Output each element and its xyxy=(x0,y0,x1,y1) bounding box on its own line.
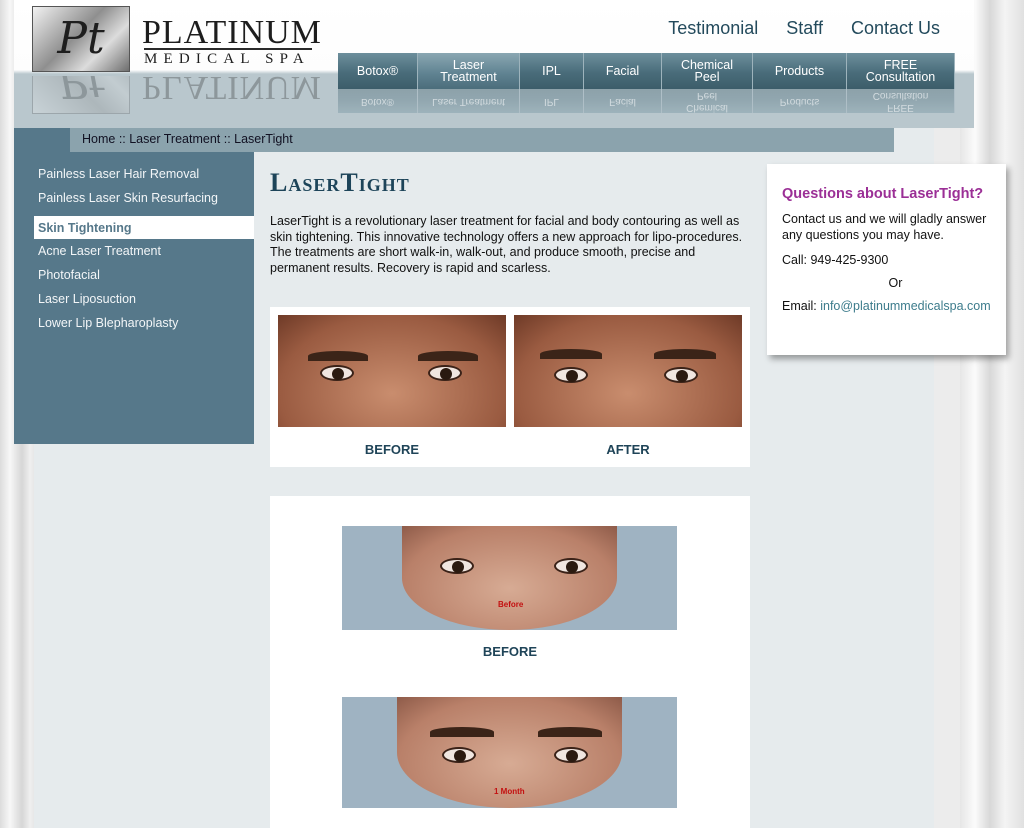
logo-monogram: Pt xyxy=(32,6,130,72)
after-photo-brow-left xyxy=(540,349,602,359)
logo-subtitle: MEDICAL SPA xyxy=(144,48,312,68)
main-nav: Botox® Laser Treatment IPL Facial Chemic… xyxy=(338,53,955,89)
sidebar-item-skin-tightening[interactable]: Skin Tightening xyxy=(34,216,254,239)
after-photo-eye-left xyxy=(554,367,588,383)
before-photo-2-face xyxy=(402,526,617,630)
sidebar-item-skin-resurfacing[interactable]: Painless Laser Skin Resurfacing xyxy=(14,186,254,210)
nav-botox[interactable]: Botox® xyxy=(338,53,418,89)
email-link[interactable]: info@platinummedicalspa.com xyxy=(820,299,990,313)
before-photo-2-label: Before xyxy=(498,600,524,609)
after-photo-brow-right xyxy=(654,349,716,359)
nav-laser-treatment[interactable]: Laser Treatment xyxy=(418,53,520,89)
questions-text: Contact us and we will gladly answer any… xyxy=(782,212,987,242)
sidebar: Painless Laser Hair Removal Painless Las… xyxy=(14,152,254,444)
one-month-photo-label: 1 Month xyxy=(494,787,525,796)
email-line: Email: info@platinummedicalspa.com xyxy=(782,299,991,313)
one-month-photo-eye-right xyxy=(554,747,588,763)
sidebar-item-liposuction[interactable]: Laser Liposuction xyxy=(14,287,254,311)
questions-panel: Questions about LaserTight? Contact us a… xyxy=(767,164,1006,355)
header: Pt PLATINUM MEDICAL SPA Pt PLATINUM MEDI… xyxy=(14,0,974,128)
one-month-photo: 1 Month xyxy=(342,697,677,808)
nav-reflect-products: Products xyxy=(753,89,847,113)
top-link-contact[interactable]: Contact Us xyxy=(851,18,940,39)
questions-title: Questions about LaserTight? xyxy=(782,186,984,202)
sidebar-item-acne[interactable]: Acne Laser Treatment xyxy=(14,239,254,263)
before-after-card: BEFORE AFTER xyxy=(270,307,750,467)
sidebar-item-photofacial[interactable]: Photofacial xyxy=(14,263,254,287)
nav-reflect-facial: Facial xyxy=(584,89,662,113)
one-month-photo-brow-right xyxy=(538,727,602,737)
breadcrumb[interactable]: Home :: Laser Treatment :: LaserTight xyxy=(82,132,293,146)
nav-ipl[interactable]: IPL xyxy=(520,53,584,89)
top-link-staff[interactable]: Staff xyxy=(786,18,823,39)
one-month-photo-eye-left xyxy=(442,747,476,763)
before-photo-eye-right xyxy=(428,365,462,381)
after-photo xyxy=(514,315,742,427)
nav-facial[interactable]: Facial xyxy=(584,53,662,89)
top-link-testimonial[interactable]: Testimonial xyxy=(668,18,758,39)
nav-reflect-ipl: IPL xyxy=(520,89,584,113)
intro-paragraph: LaserTight is a revolutionary laser trea… xyxy=(270,214,743,275)
nav-reflect-laser: Laser Treatment xyxy=(418,89,520,113)
nav-reflect-botox: Botox® xyxy=(338,89,418,113)
after-photo-eye-right xyxy=(664,367,698,383)
nav-free-consultation[interactable]: FREE Consultation xyxy=(847,53,955,89)
logo-name: PLATINUM xyxy=(142,14,322,51)
top-links: Testimonial Staff Contact Us xyxy=(668,18,940,39)
nav-products[interactable]: Products xyxy=(753,53,847,89)
breadcrumb-bar: Home :: Laser Treatment :: LaserTight xyxy=(14,128,894,152)
before-photo-2-eye-right xyxy=(554,558,588,574)
phone-number: Call: 949-425-9300 xyxy=(782,253,889,267)
before-photo-eye-left xyxy=(320,365,354,381)
logo-reflection-monogram: Pt xyxy=(32,76,130,114)
before-photo-brow-right xyxy=(418,351,478,361)
sidebar-item-blepharoplasty[interactable]: Lower Lip Blepharoplasty xyxy=(14,311,254,335)
nav-reflect-peel: Chemical Peel xyxy=(662,89,753,113)
before-caption-2: BEFORE xyxy=(482,644,538,659)
before-photo-brow-left xyxy=(308,351,368,361)
before-caption: BEFORE xyxy=(364,442,420,457)
breadcrumb-accent xyxy=(14,128,70,152)
nav-reflection: Botox® Laser Treatment IPL Facial Chemic… xyxy=(338,89,955,113)
or-separator: Or xyxy=(888,276,903,290)
before-photo xyxy=(278,315,506,427)
nav-chemical-peel[interactable]: Chemical Peel xyxy=(662,53,753,89)
nav-reflect-consultation: FREE Consultation xyxy=(847,89,955,113)
progress-photo-card: Before BEFORE 1 Month xyxy=(270,496,750,828)
before-photo-2: Before xyxy=(342,526,677,630)
one-month-photo-brow-left xyxy=(430,727,494,737)
after-caption: AFTER xyxy=(606,442,650,457)
before-photo-2-eye-left xyxy=(440,558,474,574)
main-content: LaserTight LaserTight is a revolutionary… xyxy=(270,168,750,276)
email-prefix: Email: xyxy=(782,299,817,313)
logo-reflection: Pt PLATINUM MEDICAL SPA xyxy=(32,76,322,114)
sidebar-item-hair-removal[interactable]: Painless Laser Hair Removal xyxy=(14,162,254,186)
logo[interactable]: Pt PLATINUM MEDICAL SPA xyxy=(32,6,322,76)
logo-reflection-name: PLATINUM xyxy=(142,76,322,106)
page-title: LaserTight xyxy=(270,168,410,197)
